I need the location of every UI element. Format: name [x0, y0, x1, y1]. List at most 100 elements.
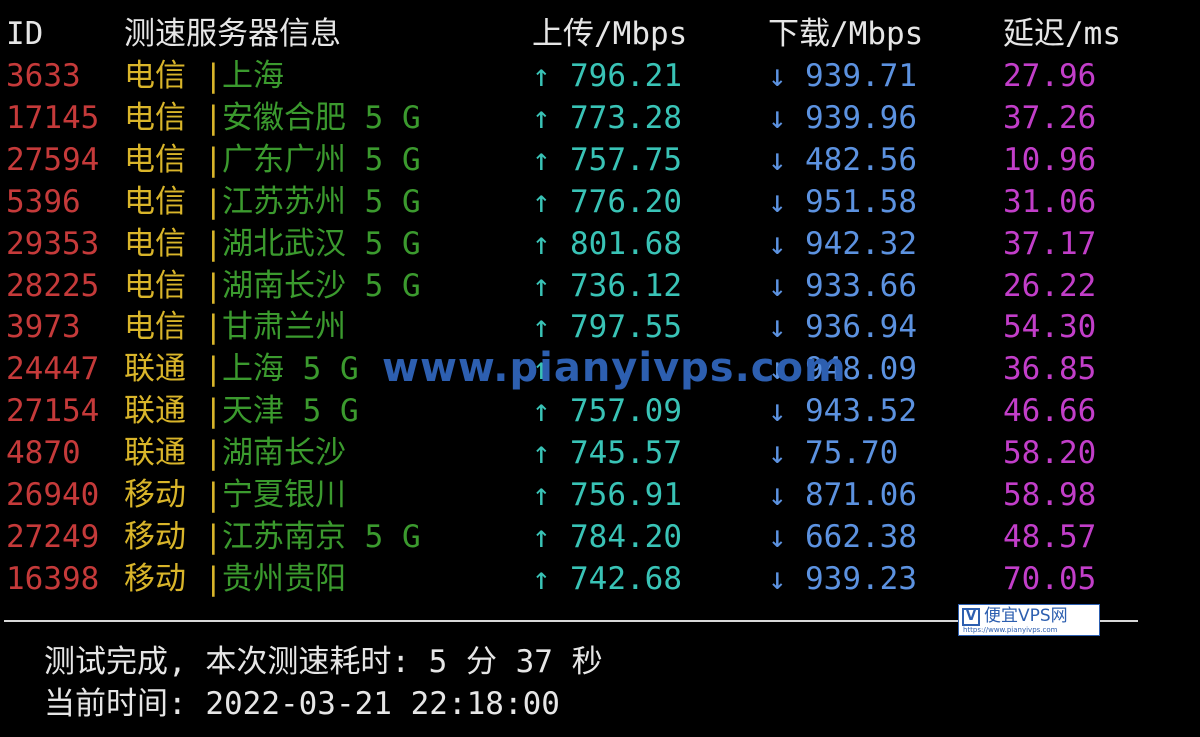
- row-latency: 46.66: [1003, 393, 1097, 430]
- row-separator: |: [204, 477, 223, 513]
- row-upload: 757.09: [570, 393, 682, 430]
- row-download: 482.56: [805, 141, 917, 178]
- table-row: 27594 电信 | 广东广州 5 G ↑ 757.75 ↓ 482.56 10.96: [0, 140, 1200, 180]
- row-location: 上海: [222, 58, 284, 94]
- row-isp: 联通: [124, 351, 186, 388]
- row-latency: 54.30: [1003, 309, 1097, 346]
- row-location: 甘肃兰州: [222, 309, 346, 346]
- row-isp: 电信: [124, 183, 186, 220]
- table-row: 29353 电信 | 湖北武汉 5 G ↑ 801.68 ↓ 942.32 37.17: [0, 224, 1200, 264]
- up-arrow-icon: ↑: [532, 58, 551, 94]
- site-badge: V 便宜VPS网 https://www.pianyivps.com: [958, 604, 1100, 636]
- row-upload: 776.20: [570, 183, 682, 220]
- up-arrow-icon: ↑: [532, 99, 551, 136]
- badge-title: 便宜VPS网: [984, 606, 1068, 626]
- down-arrow-icon: ↓: [768, 99, 787, 136]
- row-isp: 移动: [124, 518, 186, 555]
- up-arrow-icon: ↑: [532, 560, 551, 597]
- row-id: 16398: [6, 560, 100, 597]
- row-separator: |: [204, 225, 223, 262]
- table-row: 5396 电信 | 江苏苏州 5 G ↑ 776.20 ↓ 951.58 31.06: [0, 182, 1200, 222]
- up-arrow-icon: ↑: [532, 477, 551, 513]
- row-upload: 797.55: [570, 309, 682, 346]
- row-download: 951.58: [805, 183, 917, 220]
- header-server: 测速服务器信息: [124, 16, 341, 52]
- table-row: 27154 联通 | 天津 5 G ↑ 757.09 ↓ 943.52 46.66: [0, 391, 1200, 431]
- row-latency: 36.85: [1003, 351, 1097, 388]
- test-complete-line: 测试完成, 本次测速耗时: 5 分 37 秒: [44, 644, 603, 680]
- row-location: 江苏南京 5 G: [222, 518, 421, 555]
- row-upload: 784.20: [570, 518, 682, 555]
- row-isp: 电信: [124, 99, 186, 136]
- watermark-text: www.pianyivps.com: [382, 345, 847, 391]
- row-separator: |: [204, 267, 223, 304]
- row-separator: |: [204, 141, 223, 178]
- row-id: 3973: [6, 309, 81, 346]
- row-separator: |: [204, 309, 223, 346]
- row-location: 天津 5 G: [222, 393, 359, 430]
- row-id: 27594: [6, 141, 100, 178]
- row-id: 5396: [6, 183, 81, 220]
- down-arrow-icon: ↓: [768, 477, 787, 513]
- row-upload: 736.12: [570, 267, 682, 304]
- row-latency: 26.22: [1003, 267, 1097, 304]
- row-location: 湖南长沙: [222, 435, 346, 472]
- row-download: 942.32: [805, 225, 917, 262]
- row-download: 939.71: [805, 58, 917, 94]
- row-location: 贵州贵阳: [222, 560, 346, 597]
- row-location: 安徽合肥 5 G: [222, 99, 421, 136]
- header-latency: 延迟/ms: [1003, 16, 1121, 52]
- table-row: 17145 电信 | 安徽合肥 5 G ↑ 773.28 ↓ 939.96 37.26: [0, 98, 1200, 138]
- up-arrow-icon: ↑: [532, 267, 551, 304]
- row-id: 4870: [6, 435, 81, 472]
- row-download: 939.23: [805, 560, 917, 597]
- row-isp: 联通: [124, 393, 186, 430]
- row-download: 871.06: [805, 477, 917, 513]
- badge-url: https://www.pianyivps.com: [963, 626, 1058, 634]
- row-location: 江苏苏州 5 G: [222, 183, 421, 220]
- table-row: 3973 电信 | 甘肃兰州 ↑ 797.55 ↓ 936.94 54.30: [0, 307, 1200, 347]
- row-upload: 742.68: [570, 560, 682, 597]
- up-arrow-icon: ↑: [532, 309, 551, 346]
- down-arrow-icon: ↓: [768, 58, 787, 94]
- table-row: 28225 电信 | 湖南长沙 5 G ↑ 736.12 ↓ 933.66 26.22: [0, 266, 1200, 306]
- up-arrow-icon: ↑: [532, 141, 551, 178]
- row-upload: 796.21: [570, 58, 682, 94]
- row-separator: |: [204, 183, 223, 220]
- row-download: 936.94: [805, 309, 917, 346]
- row-download: 75.70: [805, 435, 899, 472]
- row-isp: 移动: [124, 560, 186, 597]
- row-latency: 58.20: [1003, 435, 1097, 472]
- table-row: 4870 联通 | 湖南长沙 ↑ 745.57 ↓ 75.70 58.20: [0, 433, 1200, 473]
- row-download: 662.38: [805, 518, 917, 555]
- header-download: 下载/Mbps: [768, 16, 924, 52]
- row-id: 17145: [6, 99, 100, 136]
- row-latency: 58.98: [1003, 477, 1097, 513]
- down-arrow-icon: ↓: [768, 183, 787, 220]
- row-location: 宁夏银川: [222, 477, 346, 513]
- row-isp: 电信: [124, 58, 186, 94]
- site-logo-icon: V: [962, 608, 980, 626]
- row-location: 广东广州 5 G: [222, 141, 421, 178]
- row-separator: |: [204, 99, 223, 136]
- row-latency: 31.06: [1003, 183, 1097, 220]
- table-row: 26940 移动 | 宁夏银川 ↑ 756.91 ↓ 871.06 58.98: [0, 475, 1200, 515]
- row-latency: 37.17: [1003, 225, 1097, 262]
- down-arrow-icon: ↓: [768, 518, 787, 555]
- row-download: 933.66: [805, 267, 917, 304]
- up-arrow-icon: ↑: [532, 183, 551, 220]
- row-latency: 70.05: [1003, 560, 1097, 597]
- row-separator: |: [204, 560, 223, 597]
- row-upload: 757.75: [570, 141, 682, 178]
- row-upload: 773.28: [570, 99, 682, 136]
- table-row: 27249 移动 | 江苏南京 5 G ↑ 784.20 ↓ 662.38 48.57: [0, 517, 1200, 557]
- row-isp: 移动: [124, 477, 186, 513]
- row-upload: 801.68: [570, 225, 682, 262]
- down-arrow-icon: ↓: [768, 267, 787, 304]
- down-arrow-icon: ↓: [768, 225, 787, 262]
- up-arrow-icon: ↑: [532, 435, 551, 472]
- row-isp: 联通: [124, 435, 186, 472]
- table-header: ID 测速服务器信息 上传/Mbps 下载/Mbps 延迟/ms: [0, 14, 1200, 54]
- terminal-window[interactable]: ID 测速服务器信息 上传/Mbps 下载/Mbps 延迟/ms 3633 电信 |…: [0, 0, 1200, 737]
- up-arrow-icon: ↑: [532, 225, 551, 262]
